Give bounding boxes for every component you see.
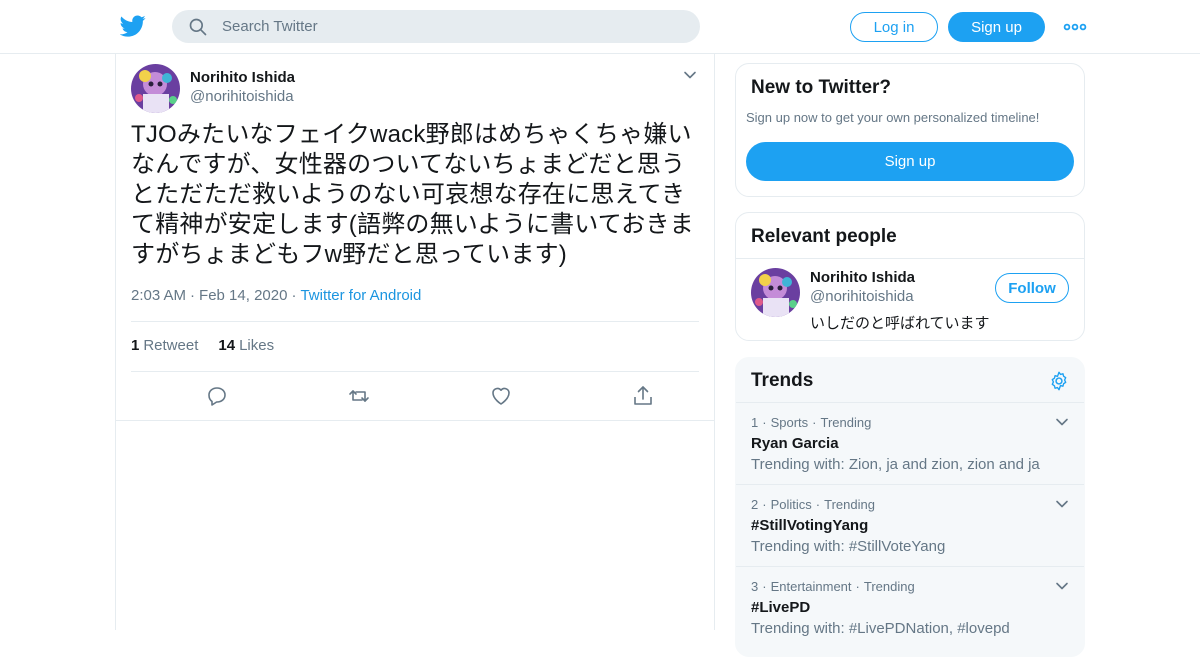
sidebar-signup-button[interactable]: Sign up <box>746 142 1074 181</box>
twitter-bird-logo-icon[interactable] <box>120 13 146 39</box>
retweet-count: 1 <box>131 337 140 354</box>
chevron-down-icon[interactable] <box>1054 497 1070 511</box>
divider <box>131 371 699 372</box>
retweet-label: Retweet <box>143 337 199 354</box>
heart-icon[interactable] <box>489 384 513 408</box>
trend-with: Trending with: #StillVoteYang <box>751 538 946 555</box>
tweet-text: TJOみたいなフェイクwack野郎はめちゃくちゃ嫌いなんですが、女性器のついてな… <box>131 121 694 268</box>
divider <box>736 258 1084 259</box>
retweet-icon[interactable] <box>347 384 371 408</box>
trend-item[interactable]: 2 · Politics · Trending #StillVotingYang Tre… <box>736 484 1084 566</box>
meta-separator: · <box>815 497 821 512</box>
trend-rank: 2 <box>751 497 759 512</box>
author-name[interactable]: Norihito Ishida <box>190 69 295 86</box>
trend-name[interactable]: Ryan Garcia <box>751 435 839 452</box>
like-count-link[interactable]: 14 Likes <box>218 337 274 354</box>
meta-separator: · <box>812 415 817 430</box>
chevron-down-icon[interactable] <box>683 68 697 82</box>
tweet-source-link[interactable]: Twitter for Android <box>300 287 421 304</box>
trend-name[interactable]: #LivePD <box>751 599 810 616</box>
trends-title: Trends <box>751 370 814 391</box>
trends-card: Trends 1 · Sports · Trending Ryan Garcia Tre… <box>735 357 1085 657</box>
trend-category: Entertainment <box>770 579 852 594</box>
trend-rank: 3 <box>751 579 759 594</box>
divider <box>131 321 699 322</box>
follow-button[interactable]: Follow <box>995 273 1069 303</box>
share-icon[interactable] <box>631 384 655 408</box>
relevant-people-card: Relevant people Norihito Ishida @norihit… <box>735 212 1085 341</box>
meta-separator: · <box>762 497 767 512</box>
tweet-actions <box>131 384 699 410</box>
chevron-down-icon[interactable] <box>1054 415 1070 429</box>
trend-name[interactable]: #StillVotingYang <box>751 517 868 534</box>
author-avatar[interactable] <box>131 64 180 113</box>
trend-status: Trending <box>863 579 915 594</box>
trend-meta: 1 · Sports · Trending <box>751 415 871 430</box>
relevant-person-bio: いしだのと呼ばれています <box>810 315 990 332</box>
new-to-twitter-subtitle: Sign up now to get your own personalized… <box>746 110 1040 125</box>
tweet-card: Norihito Ishida @norihitoishida TJOみたいなフ… <box>116 54 714 421</box>
trend-status: Trending <box>824 497 875 512</box>
new-to-twitter-card: New to Twitter? Sign up now to get your … <box>735 63 1085 197</box>
tweet-date[interactable]: Feb 14, 2020 <box>199 287 287 304</box>
tweet-column: Norihito Ishida @norihitoishida TJOみたいなフ… <box>115 54 715 630</box>
trend-meta: 2 · Politics · Trending <box>751 497 875 512</box>
trend-with: Trending with: Zion, ja and zion, zion a… <box>751 456 1040 473</box>
new-to-twitter-title: New to Twitter? <box>751 77 892 98</box>
relevant-person-handle[interactable]: @norihitoishida <box>810 288 914 305</box>
author-handle[interactable]: @norihitoishida <box>190 88 294 105</box>
meta-separator: · <box>855 579 860 594</box>
meta-separator: · <box>762 579 767 594</box>
search-placeholder: Search Twitter <box>222 18 318 35</box>
search-icon <box>189 18 207 35</box>
relevant-person-name[interactable]: Norihito Ishida <box>810 269 915 286</box>
trend-meta: 3 · Entertainment · Trending <box>751 579 915 594</box>
search-input[interactable]: Search Twitter <box>172 10 700 43</box>
tweet-meta: 2:03 AM · Feb 14, 2020 · Twitter for Android <box>131 287 421 304</box>
top-nav-bar: Search Twitter Log in Sign up <box>0 0 1200 54</box>
trend-rank: 1 <box>751 415 759 430</box>
trend-category: Politics <box>770 497 812 512</box>
trend-item[interactable]: 3 · Entertainment · Trending #LivePD Trendin… <box>736 566 1084 648</box>
reply-icon[interactable] <box>205 384 229 408</box>
trend-status: Trending <box>820 415 872 430</box>
relevant-people-title: Relevant people <box>751 226 897 247</box>
login-button[interactable]: Log in <box>850 12 938 42</box>
more-dots-icon[interactable] <box>1063 17 1087 37</box>
tweet-stats: 1 Retweet 14 Likes <box>131 337 274 354</box>
meta-separator: · <box>291 287 297 304</box>
relevant-person-avatar[interactable] <box>751 268 800 317</box>
meta-separator: · <box>762 415 767 430</box>
gear-icon[interactable] <box>1048 370 1070 392</box>
chevron-down-icon[interactable] <box>1054 579 1070 593</box>
trend-with: Trending with: #LivePDNation, #lovepd <box>751 620 1010 637</box>
meta-separator: · <box>190 287 196 304</box>
like-count: 14 <box>218 337 236 354</box>
retweet-count-link[interactable]: 1 Retweet <box>131 337 198 354</box>
trend-category: Sports <box>770 415 809 430</box>
trend-item[interactable]: 1 · Sports · Trending Ryan Garcia Trending w… <box>736 402 1084 484</box>
like-label: Likes <box>239 337 275 354</box>
tweet-time[interactable]: 2:03 AM <box>131 287 186 304</box>
signup-button[interactable]: Sign up <box>948 12 1045 42</box>
